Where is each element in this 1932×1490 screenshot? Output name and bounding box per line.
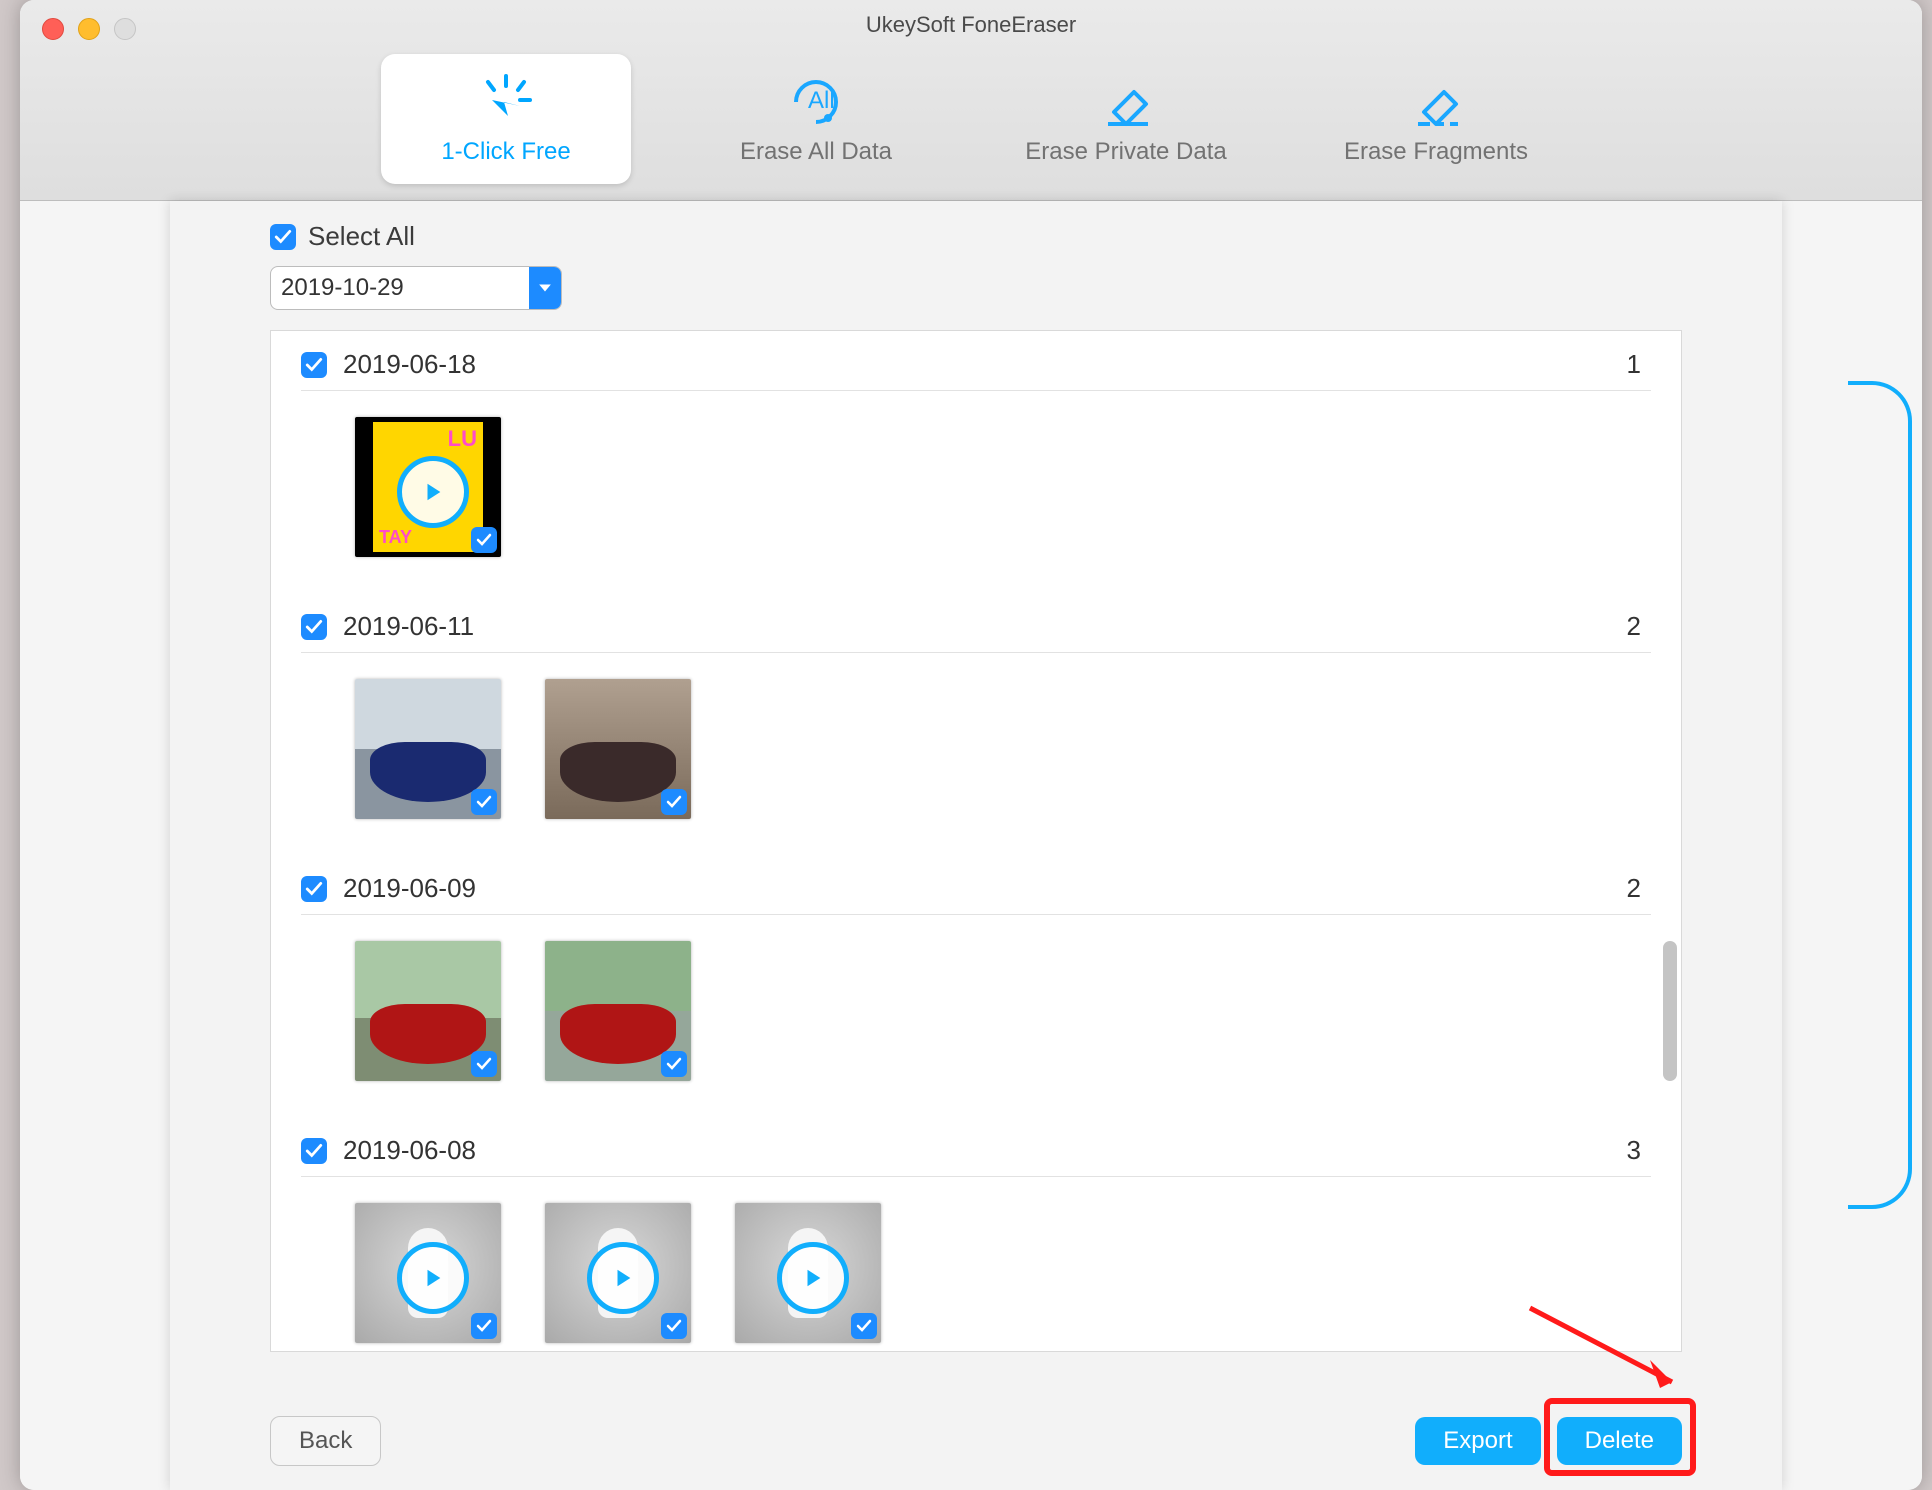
background-card-edge	[1848, 381, 1912, 1209]
play-icon	[397, 1242, 469, 1314]
group-header: 2019-06-09 2	[301, 873, 1651, 915]
chevron-down-icon	[529, 267, 561, 309]
play-icon	[397, 456, 469, 528]
titlebar: UkeySoft FoneEraser 1-Click Free	[20, 0, 1922, 201]
eraser-fragments-icon	[1404, 72, 1468, 128]
scrollbar-thumb[interactable]	[1663, 941, 1677, 1081]
select-all-label: Select All	[308, 221, 415, 252]
thumbnail-checkbox[interactable]	[471, 1051, 497, 1077]
group-date: 2019-06-09	[343, 873, 476, 904]
group-count: 3	[1627, 1135, 1641, 1166]
button-label: Back	[299, 1427, 352, 1455]
content-panel: Select All 2019-10-29 2019-06-181LUTAY20…	[170, 201, 1782, 1490]
erase-all-icon: All	[784, 72, 848, 128]
main-tabs: 1-Click Free All Erase All Data	[20, 54, 1922, 184]
group-date: 2019-06-18	[343, 349, 476, 380]
thumbnail-checkbox[interactable]	[471, 789, 497, 815]
play-icon	[777, 1242, 849, 1314]
group-count: 2	[1627, 873, 1641, 904]
thumbnail-checkbox[interactable]	[851, 1313, 877, 1339]
thumbnail-checkbox[interactable]	[661, 1313, 687, 1339]
export-button[interactable]: Export	[1415, 1417, 1540, 1465]
delete-button[interactable]: Delete	[1557, 1417, 1682, 1465]
select-all-checkbox[interactable]	[270, 224, 296, 250]
group-count: 1	[1627, 349, 1641, 380]
media-list: 2019-06-181LUTAY2019-06-1122019-06-09220…	[270, 330, 1682, 1352]
tab-label: Erase Private Data	[1025, 138, 1226, 166]
tab-label: Erase Fragments	[1344, 138, 1528, 166]
date-filter-dropdown[interactable]: 2019-10-29	[270, 266, 562, 310]
tab-1-click-free[interactable]: 1-Click Free	[381, 54, 631, 184]
media-thumbnail[interactable]	[355, 679, 501, 819]
play-icon	[587, 1242, 659, 1314]
thumbnail-row	[301, 653, 1651, 849]
thumbnail-checkbox[interactable]	[471, 1313, 497, 1339]
media-group: 2019-06-11 2	[271, 593, 1681, 855]
media-thumbnail[interactable]	[545, 679, 691, 819]
select-all-row: Select All	[270, 221, 1682, 252]
date-filter-value: 2019-10-29	[271, 274, 529, 302]
thumbnail-checkbox[interactable]	[471, 527, 497, 553]
media-group: 2019-06-18 1 LUTAY	[271, 331, 1681, 593]
group-count: 2	[1627, 611, 1641, 642]
media-thumbnail[interactable]	[355, 941, 501, 1081]
tab-label: 1-Click Free	[441, 138, 570, 166]
group-checkbox[interactable]	[301, 352, 327, 378]
svg-text:All: All	[808, 87, 835, 114]
media-thumbnail[interactable]	[545, 941, 691, 1081]
tab-erase-fragments[interactable]: Erase Fragments	[1311, 54, 1561, 184]
thumbnail-row	[301, 1177, 1651, 1352]
app-body: Select All 2019-10-29 2019-06-181LUTAY20…	[20, 201, 1922, 1490]
group-header: 2019-06-18 1	[301, 349, 1651, 391]
eraser-private-icon	[1094, 72, 1158, 128]
tab-label: Erase All Data	[740, 138, 892, 166]
media-group: 2019-06-09 2	[271, 855, 1681, 1117]
group-checkbox[interactable]	[301, 1138, 327, 1164]
media-group: 2019-06-08 3	[271, 1117, 1681, 1352]
check-icon	[274, 228, 292, 246]
media-thumbnail[interactable]	[545, 1203, 691, 1343]
footer: Back Export Delete	[270, 1416, 1682, 1466]
cursor-click-icon	[474, 72, 538, 128]
group-header: 2019-06-08 3	[301, 1135, 1651, 1177]
media-thumbnail[interactable]: LUTAY	[355, 417, 501, 557]
thumbnail-checkbox[interactable]	[661, 1051, 687, 1077]
group-checkbox[interactable]	[301, 876, 327, 902]
media-thumbnail[interactable]	[735, 1203, 881, 1343]
group-checkbox[interactable]	[301, 614, 327, 640]
app-window: UkeySoft FoneEraser 1-Click Free	[20, 0, 1922, 1490]
button-label: Export	[1443, 1427, 1512, 1455]
media-thumbnail[interactable]	[355, 1203, 501, 1343]
thumbnail-row: LUTAY	[301, 391, 1651, 587]
tab-erase-all-data[interactable]: All Erase All Data	[691, 54, 941, 184]
group-date: 2019-06-11	[343, 611, 474, 642]
back-button[interactable]: Back	[270, 1416, 381, 1466]
app-title: UkeySoft FoneEraser	[20, 12, 1922, 38]
tab-erase-private-data[interactable]: Erase Private Data	[1001, 54, 1251, 184]
group-header: 2019-06-11 2	[301, 611, 1651, 653]
button-label: Delete	[1585, 1427, 1654, 1455]
thumbnail-row	[301, 915, 1651, 1111]
thumbnail-checkbox[interactable]	[661, 789, 687, 815]
group-date: 2019-06-08	[343, 1135, 476, 1166]
